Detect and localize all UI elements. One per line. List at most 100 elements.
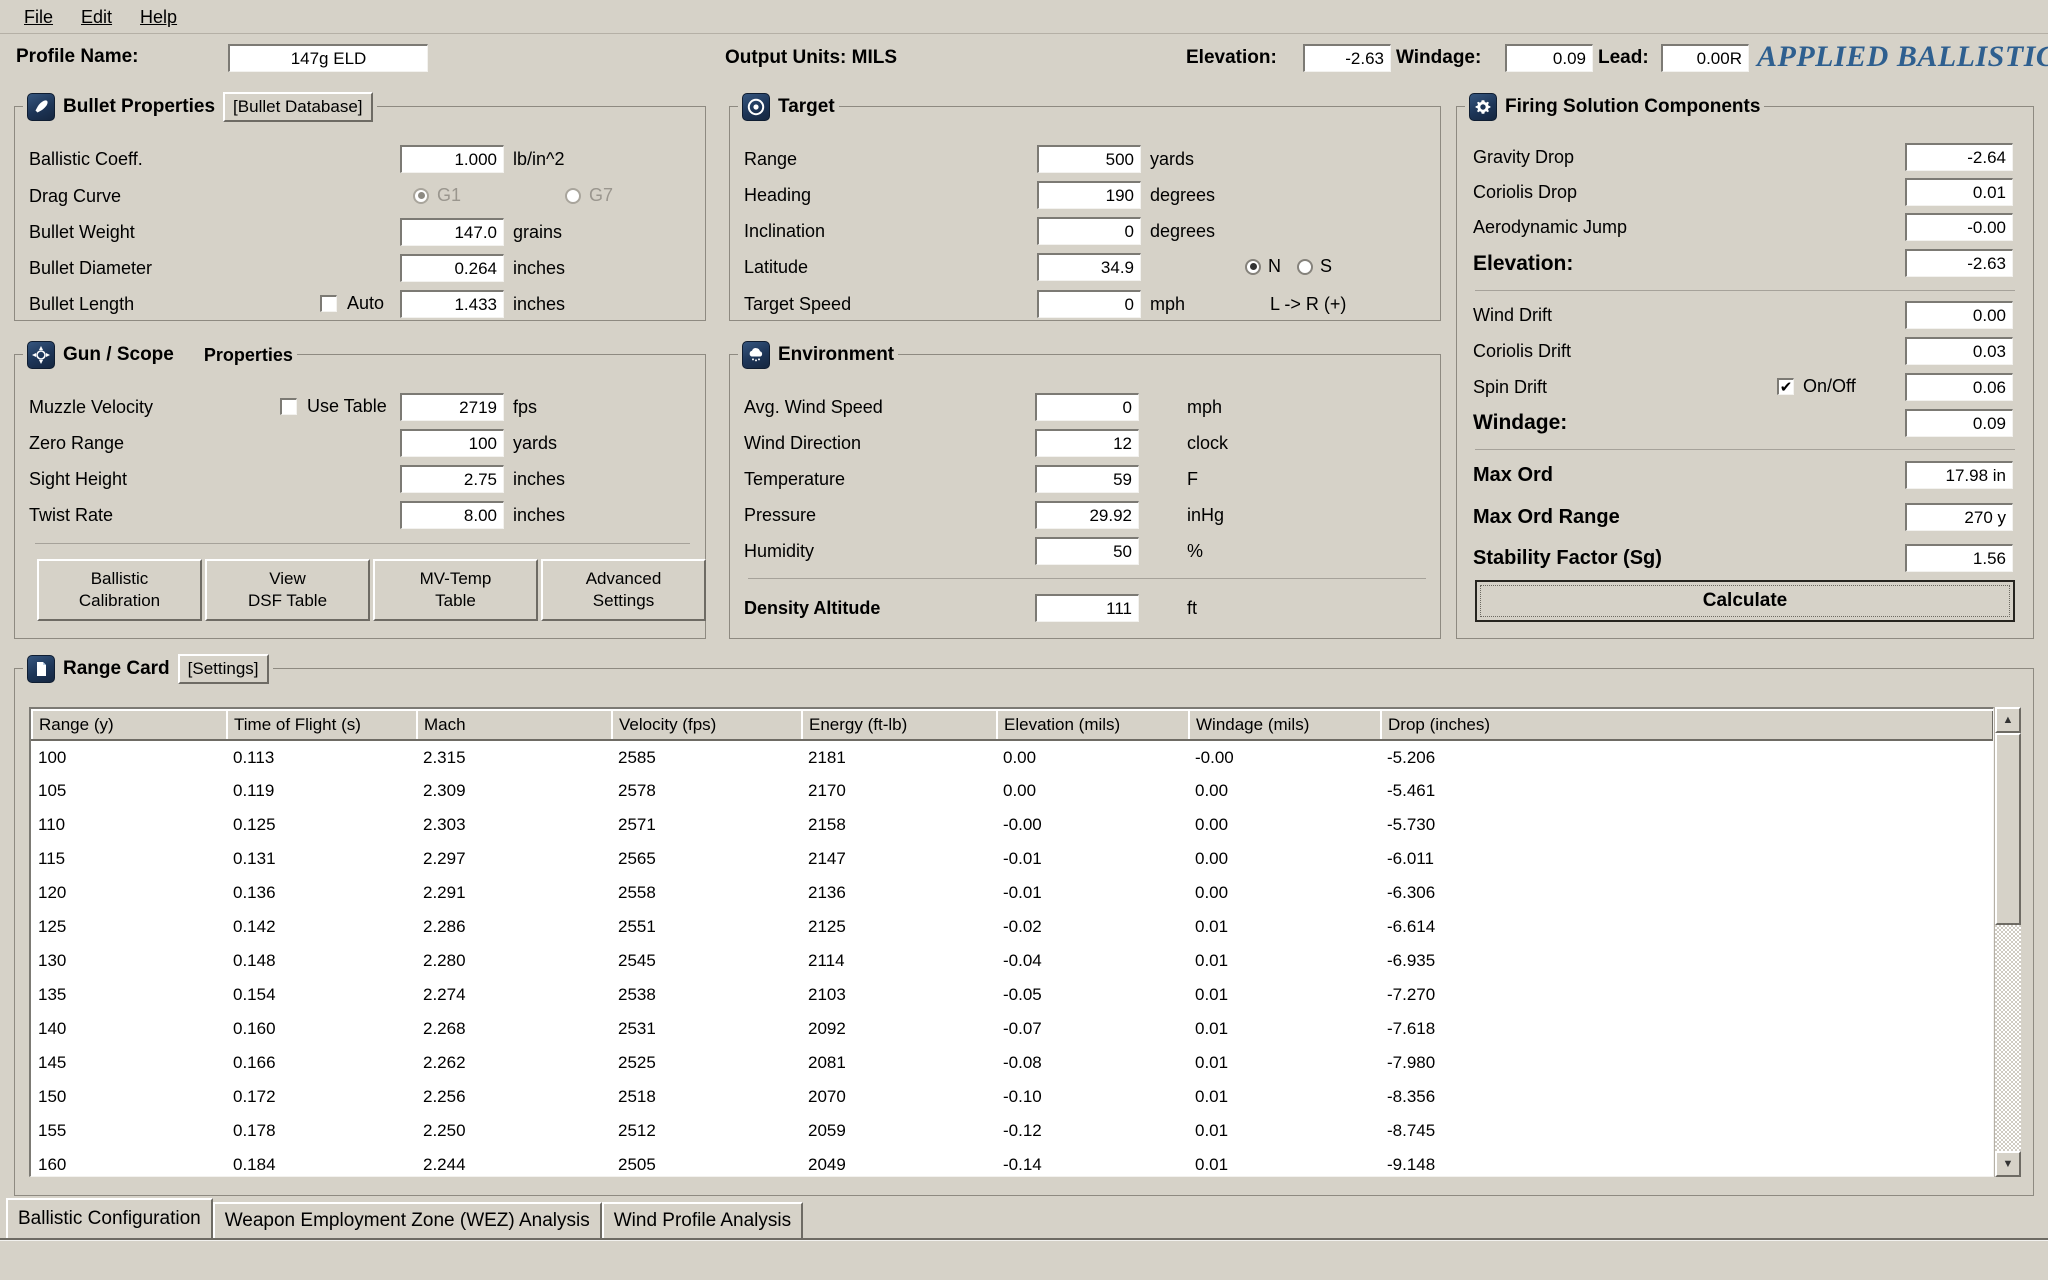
table-cell: 0.160 [227, 1012, 417, 1046]
humidity-input[interactable]: 50 [1035, 537, 1139, 565]
table-cell: 0.01 [1189, 1148, 1381, 1176]
bullet-properties-title: Bullet Properties [63, 96, 216, 117]
use-table-checkbox[interactable]: Use Table [280, 396, 387, 417]
table-row[interactable]: 105 0.119 2.309 2578 2170 0.00 0.00 -5.461 [32, 774, 1993, 808]
table-cell: -9.148 [1381, 1148, 1993, 1176]
bullet-database-button[interactable]: [Bullet Database] [223, 91, 373, 123]
table-cell: 2585 [612, 740, 802, 774]
output-units-label: Output Units: MILS [725, 47, 898, 68]
hemisphere-north-radio[interactable]: N [1245, 256, 1281, 277]
table-cell: -6.011 [1381, 842, 1993, 876]
menu-item-file[interactable]: File [10, 5, 67, 29]
table-cell: 2.291 [417, 876, 612, 910]
tab-wez-analysis[interactable]: Weapon Employment Zone (WEZ) Analysis [212, 1202, 602, 1238]
table-cell: 2092 [802, 1012, 997, 1046]
menu-item-help[interactable]: Help [126, 5, 191, 29]
table-cell: 110 [32, 808, 227, 842]
bullet-length-auto-checkbox[interactable]: Auto [320, 293, 384, 314]
spin-drift-onoff-checkbox[interactable]: ✔ On/Off [1777, 376, 1856, 397]
table-cell: 0.119 [227, 774, 417, 808]
tab-wind-profile-analysis[interactable]: Wind Profile Analysis [601, 1202, 804, 1238]
zero-range-input[interactable]: 100 [400, 429, 504, 457]
table-row[interactable]: 135 0.154 2.274 2538 2103 -0.05 0.01 -7.270 [32, 978, 1993, 1012]
crosshair-icon [27, 341, 55, 369]
tab-ballistic-configuration[interactable]: Ballistic Configuration [6, 1198, 213, 1238]
column-header-energy[interactable]: Energy (ft-lb) [801, 709, 998, 741]
table-cell: -6.935 [1381, 944, 1993, 978]
table-row[interactable]: 115 0.131 2.297 2565 2147 -0.01 0.00 -6.011 [32, 842, 1993, 876]
coriolis-drop-value: 0.01 [1905, 178, 2013, 206]
drag-curve-g7-radio[interactable]: G7 [565, 185, 613, 206]
range-card-scrollbar[interactable]: ▲ ▼ [1994, 707, 2021, 1177]
table-cell: -6.614 [1381, 910, 1993, 944]
table-row[interactable]: 125 0.142 2.286 2551 2125 -0.02 0.01 -6.614 [32, 910, 1993, 944]
target-icon [742, 93, 770, 121]
column-header-time-of-flight[interactable]: Time of Flight (s) [226, 709, 418, 741]
scroll-up-arrow-icon[interactable]: ▲ [1995, 707, 2021, 733]
table-row[interactable]: 130 0.148 2.280 2545 2114 -0.04 0.01 -6.935 [32, 944, 1993, 978]
muzzle-velocity-input[interactable]: 2719 [400, 393, 504, 421]
column-header-range[interactable]: Range (y) [31, 709, 228, 741]
temperature-input[interactable]: 59 [1035, 465, 1139, 493]
bullet-weight-input[interactable]: 147.0 [400, 218, 504, 246]
scrollbar-track[interactable] [1995, 733, 2021, 1151]
table-cell: 2114 [802, 944, 997, 978]
target-speed-input[interactable]: 0 [1037, 290, 1141, 318]
table-row[interactable]: 110 0.125 2.303 2571 2158 -0.00 0.00 -5.730 [32, 808, 1993, 842]
max-ord-label: Max Ord [1473, 464, 1554, 486]
mv-temp-table-line1: MV-Temp [419, 568, 492, 588]
bullet-length-label: Bullet Length [29, 294, 135, 314]
target-range-input[interactable]: 500 [1037, 145, 1141, 173]
stability-factor-label: Stability Factor (Sg) [1473, 547, 1662, 569]
target-heading-input[interactable]: 190 [1037, 181, 1141, 209]
avg-wind-speed-input[interactable]: 0 [1035, 393, 1139, 421]
advanced-settings-button[interactable]: Advanced Settings [541, 559, 706, 621]
calculate-button[interactable]: Calculate [1475, 580, 2015, 622]
column-header-velocity[interactable]: Velocity (fps) [611, 709, 803, 741]
bullet-icon [27, 93, 55, 121]
table-cell: 0.01 [1189, 1114, 1381, 1148]
table-row[interactable]: 160 0.184 2.244 2505 2049 -0.14 0.01 -9.148 [32, 1148, 1993, 1176]
range-card-settings-button[interactable]: [Settings] [177, 653, 269, 685]
wind-direction-input[interactable]: 12 [1035, 429, 1139, 457]
bullet-length-input[interactable]: 1.433 [400, 290, 504, 318]
table-row[interactable]: 145 0.166 2.262 2525 2081 -0.08 0.01 -7.980 [32, 1046, 1993, 1080]
table-row[interactable]: 150 0.172 2.256 2518 2070 -0.10 0.01 -8.356 [32, 1080, 1993, 1114]
firing-windage-label: Windage: [1473, 411, 1568, 434]
table-cell: 130 [32, 944, 227, 978]
table-cell: 2.244 [417, 1148, 612, 1176]
column-header-windage[interactable]: Windage (mils) [1188, 709, 1382, 741]
table-row[interactable]: 100 0.113 2.315 2585 2181 0.00 -0.00 -5.206 [32, 740, 1993, 774]
pressure-input[interactable]: 29.92 [1035, 501, 1139, 529]
radio-g1-icon [413, 187, 429, 204]
mv-temp-table-button[interactable]: MV-Temp Table [373, 559, 538, 621]
table-row[interactable]: 120 0.136 2.291 2558 2136 -0.01 0.00 -6.306 [32, 876, 1993, 910]
twist-rate-input[interactable]: 8.00 [400, 501, 504, 529]
column-header-elevation[interactable]: Elevation (mils) [996, 709, 1190, 741]
table-cell: 2.262 [417, 1046, 612, 1080]
target-inclination-input[interactable]: 0 [1037, 217, 1141, 245]
scrollbar-thumb[interactable] [1995, 733, 2021, 926]
drag-curve-g7-label: G7 [589, 185, 614, 205]
scroll-down-arrow-icon[interactable]: ▼ [1995, 1151, 2021, 1177]
view-dsf-table-line2: DSF Table [247, 591, 328, 610]
drag-curve-g1-radio[interactable]: G1 [413, 185, 461, 206]
table-row[interactable]: 140 0.160 2.268 2531 2092 -0.07 0.01 -7.618 [32, 1012, 1993, 1046]
column-header-drop[interactable]: Drop (inches) [1380, 709, 1993, 741]
table-row[interactable]: 155 0.178 2.250 2512 2059 -0.12 0.01 -8.745 [32, 1114, 1993, 1148]
sight-height-input[interactable]: 2.75 [400, 465, 504, 493]
target-latitude-input[interactable]: 34.9 [1037, 253, 1141, 281]
profile-name-input[interactable]: 147g ELD [228, 44, 428, 72]
ballistic-coeff-input[interactable]: 1.000 [400, 145, 504, 173]
view-dsf-table-button[interactable]: View DSF Table [205, 559, 370, 621]
hemisphere-south-radio[interactable]: S [1297, 256, 1332, 277]
table-cell: 2.297 [417, 842, 612, 876]
table-cell: 0.131 [227, 842, 417, 876]
ballistic-calibration-button[interactable]: Ballistic Calibration [37, 559, 202, 621]
bullet-diameter-input[interactable]: 0.264 [400, 254, 504, 282]
menu-item-edit[interactable]: Edit [67, 5, 126, 29]
table-cell: 0.154 [227, 978, 417, 1012]
column-header-mach[interactable]: Mach [416, 709, 613, 741]
table-cell: 0.00 [1189, 876, 1381, 910]
target-heading-unit: degrees [1150, 185, 1216, 205]
